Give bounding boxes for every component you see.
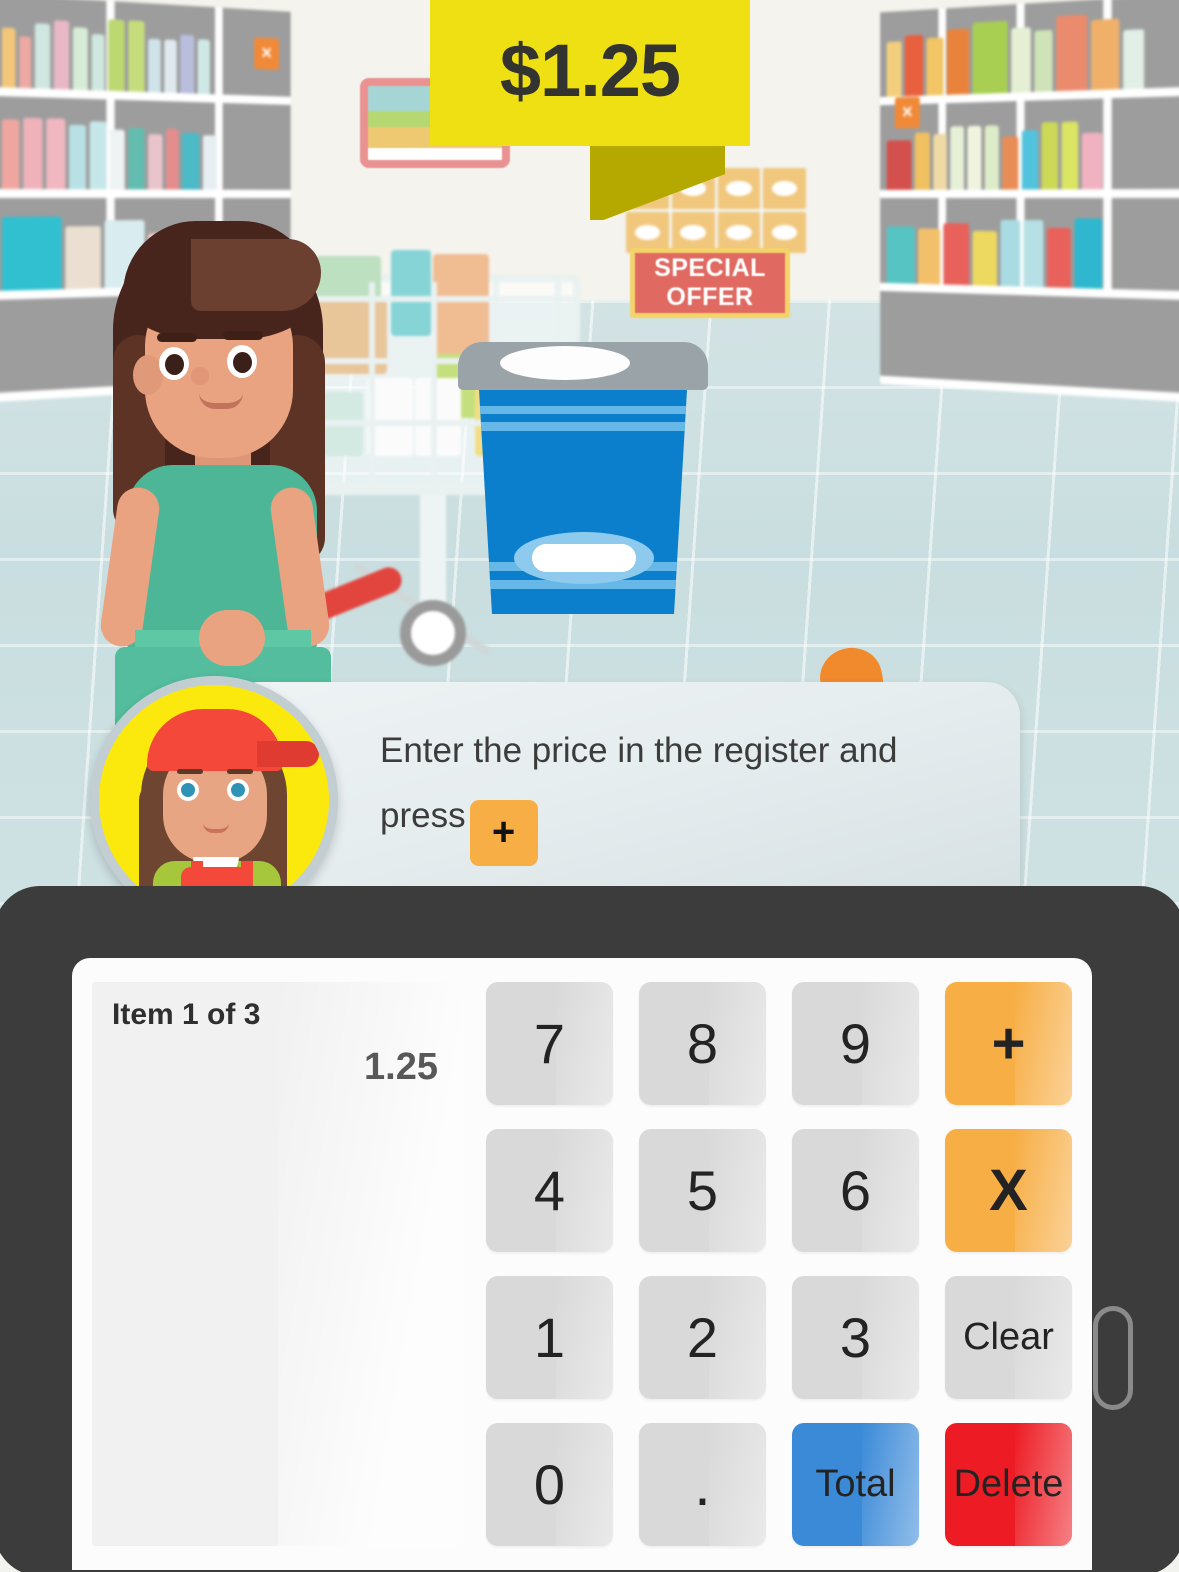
key-5-label: 5 [686,1159,719,1222]
key-4-label: 4 [533,1159,566,1222]
key-1-label: 1 [533,1306,566,1369]
key-3[interactable]: 3 [792,1276,919,1399]
key-9[interactable]: 9 [792,982,919,1105]
key-1[interactable]: 1 [486,1276,613,1399]
key-6-label: 6 [839,1159,872,1222]
key-decimal-label: . [694,1451,711,1518]
key-8[interactable]: 8 [639,982,766,1105]
cash-register-device: Item 1 of 3 1.25 7 8 9 +4 5 6 X 1 2 3 Clear 0. Total… [0,886,1179,1572]
key-total-label: Total [815,1463,896,1505]
key-clear[interactable]: Clear [945,1276,1072,1399]
instruction-sentence: Enter the price in the register and pres… [380,731,898,835]
key-decimal[interactable]: . [639,1423,766,1546]
shelf-unit-right: ✕ [880,0,1179,404]
key-clear-label: Clear [963,1316,1054,1358]
key-6[interactable]: 6 [792,1129,919,1252]
key-multiply-label: X [989,1158,1028,1223]
register-panel: Item 1 of 3 1.25 7 8 9 +4 5 6 X 1 2 3 Clear 0. Total… [72,958,1092,1570]
sale-tag-icon: ✕ [254,37,280,70]
inline-plus-key-icon: + [469,799,538,866]
shelf-row [880,0,1179,106]
register-display: Item 1 of 3 1.25 [92,982,464,1546]
key-delete[interactable]: Delete [945,1423,1072,1546]
key-0-label: 0 [533,1453,566,1516]
special-offer-sign: SPECIAL OFFER [630,248,790,318]
shelf-row [0,0,291,105]
key-7-label: 7 [533,1012,566,1075]
shelf-row [880,96,1179,199]
key-2-label: 2 [686,1306,719,1369]
shelf-row [880,290,1179,402]
price-label: $1.25 [499,28,681,112]
game-screen: ✕ ✕ SPECIAL OFFER $1.25 Enter the price … [0,0,1179,1572]
shelf-row [0,96,291,199]
key-5[interactable]: 5 [639,1129,766,1252]
product-item [458,342,708,614]
key-multiply[interactable]: X [945,1129,1072,1252]
numeric-keypad: 7 8 9 +4 5 6 X 1 2 3 Clear 0. Total Delete [486,982,1072,1546]
instruction-text: Enter the price in the register and pres… [380,718,986,866]
customer-character [95,215,345,857]
offer-line-2: OFFER [666,283,754,311]
side-button-icon[interactable] [1093,1306,1133,1410]
offer-line-1: SPECIAL [654,254,766,282]
key-4[interactable]: 4 [486,1129,613,1252]
shelf-row [880,198,1179,300]
key-plus[interactable]: + [945,982,1072,1105]
key-0[interactable]: 0 [486,1423,613,1546]
key-plus-label: + [991,1011,1026,1076]
key-8-label: 8 [686,1012,719,1075]
key-9-label: 9 [839,1012,872,1075]
key-7[interactable]: 7 [486,982,613,1105]
key-3-label: 3 [839,1306,872,1369]
key-2[interactable]: 2 [639,1276,766,1399]
key-delete-label: Delete [953,1463,1064,1505]
entered-value: 1.25 [364,1046,438,1088]
sale-tag-icon: ✕ [894,96,920,129]
key-total[interactable]: Total [792,1423,919,1546]
price-banner: $1.25 [430,0,750,220]
item-counter-label: Item 1 of 3 [112,998,261,1031]
